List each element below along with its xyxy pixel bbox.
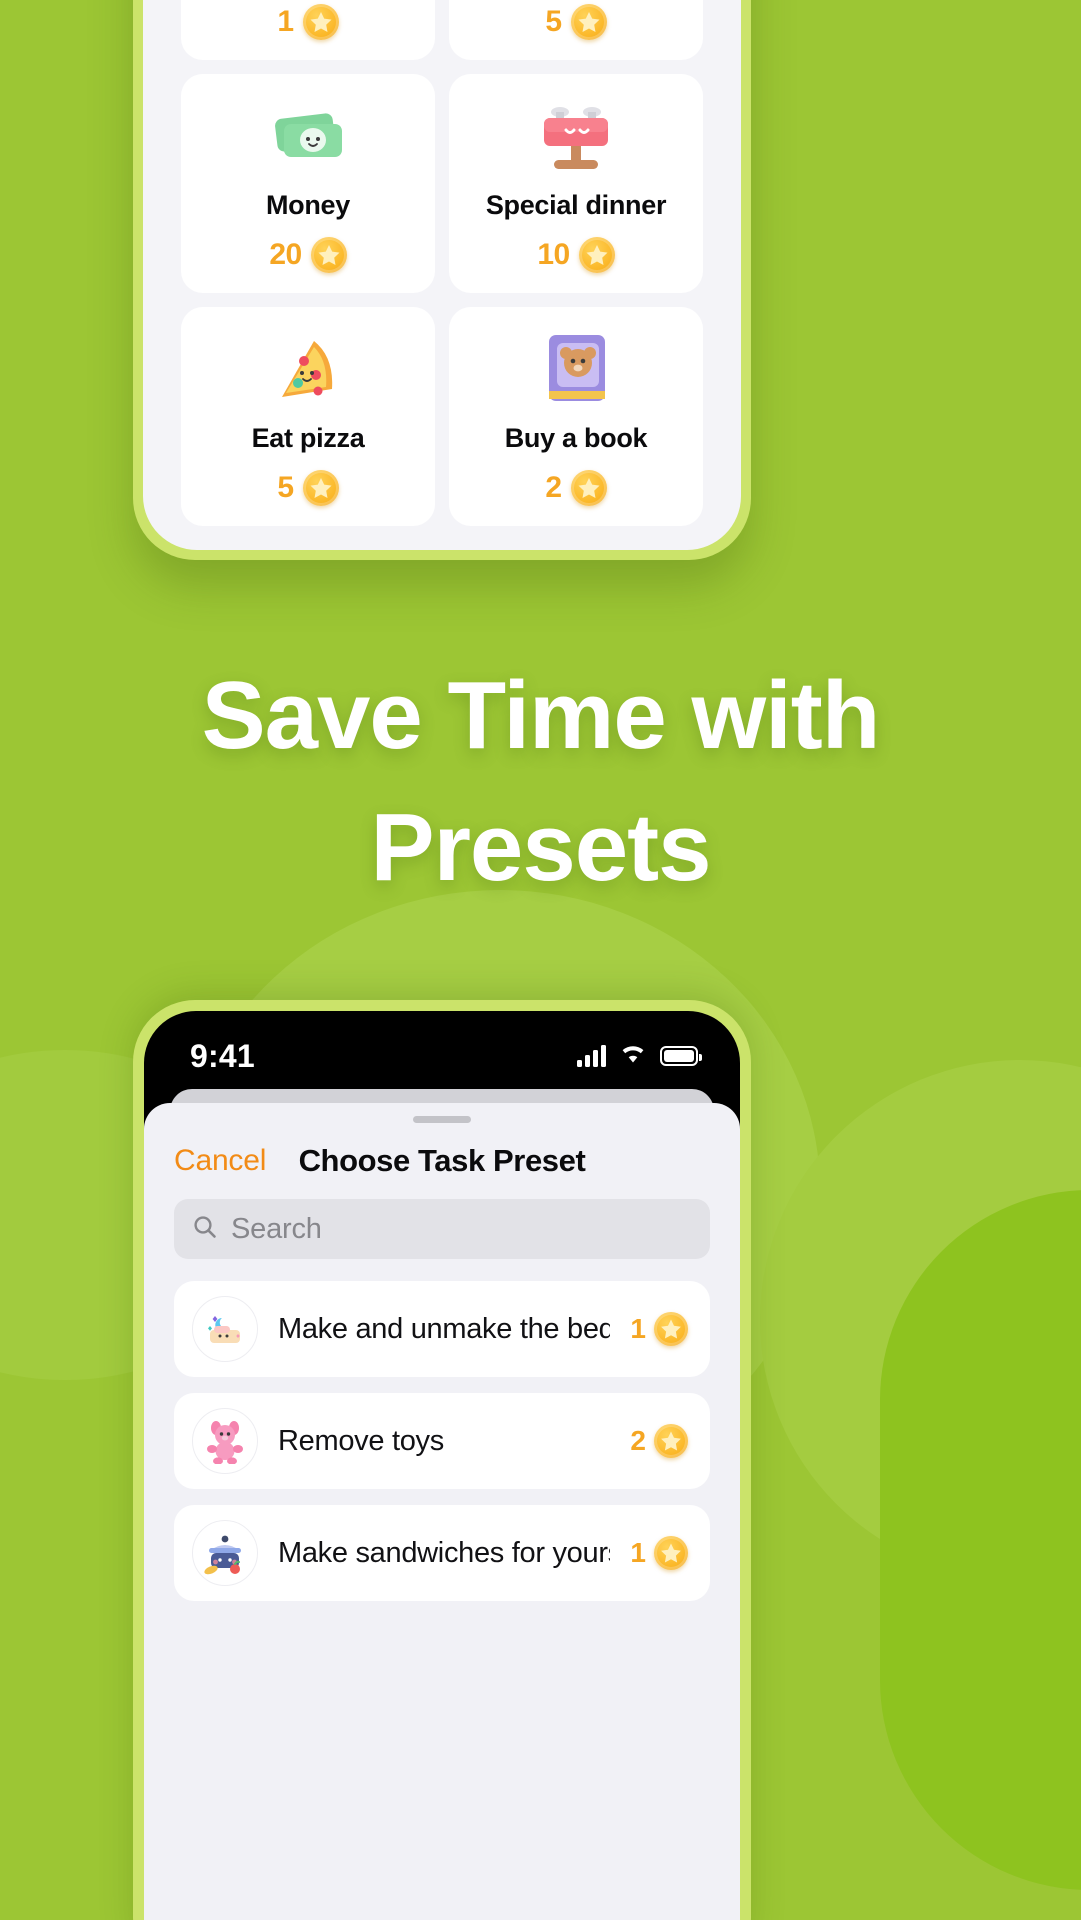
status-bar-time: 9:41 (190, 1037, 255, 1074)
reward-preset-cost-value: 20 (269, 238, 302, 271)
cancel-button[interactable]: Cancel (174, 1144, 266, 1178)
top-phone-mockup: Workshop 1 (133, 0, 751, 560)
sheet-grabber-handle[interactable] (413, 1116, 471, 1123)
battery-icon (660, 1046, 702, 1066)
reward-preset-cost: 2 (545, 470, 607, 506)
reward-preset-card[interactable]: Eat pizza 5 (181, 307, 435, 526)
search-icon (192, 1214, 218, 1245)
reward-preset-cost: 5 (277, 470, 339, 506)
bottom-phone-mockup: 9:41 Cancel Choose Task Preset Search Ma… (133, 1000, 751, 1920)
list-item[interactable]: Make sandwiches for yourself 1 (174, 1505, 710, 1601)
coin-star-icon (654, 1536, 688, 1570)
search-input[interactable]: Search (174, 1199, 710, 1259)
coin-star-icon (302, 470, 339, 506)
reward-preset-cost: 1 (277, 4, 339, 40)
pot-art-icon (192, 1520, 258, 1586)
bottom-phone-screen: 9:41 Cancel Choose Task Preset Search Ma… (144, 1011, 740, 1920)
bed-art-icon (192, 1296, 258, 1362)
reward-preset-cost: 20 (269, 237, 347, 273)
status-bar-icons (577, 1043, 702, 1069)
coin-star-icon (310, 237, 347, 273)
teddy-bear-art-icon (192, 1408, 258, 1474)
pizza-art-icon (189, 325, 427, 417)
reward-preset-title: Eat pizza (251, 423, 365, 453)
sheet-header: Cancel Choose Task Preset (144, 1123, 740, 1199)
reward-preset-card[interactable]: Workshop 5 (449, 0, 703, 60)
list-item-label: Make and unmake the bed (278, 1312, 611, 1345)
reward-preset-cost-value: 5 (277, 471, 294, 504)
top-phone-screen: Workshop 1 (143, 0, 741, 550)
reward-preset-card[interactable]: Special dinner 10 (449, 74, 703, 293)
list-item-cost: 1 (630, 1312, 688, 1346)
status-bar: 9:41 (144, 1011, 740, 1085)
background-blob-bottom-right (880, 1190, 1081, 1890)
headline: Save Time with Presets (0, 650, 1081, 915)
money-art-icon (189, 92, 427, 184)
reward-preset-title: Money (265, 190, 350, 220)
headline-line-2: Presets (370, 794, 712, 902)
list-item-cost-value: 1 (630, 1537, 646, 1568)
task-preset-list: Make and unmake the bed 1 Remove toys 2 … (144, 1259, 740, 1601)
choose-task-preset-sheet: Cancel Choose Task Preset Search Make an… (144, 1103, 740, 1920)
list-item-cost-value: 1 (630, 1313, 646, 1344)
coin-star-icon (570, 470, 607, 506)
list-item-cost: 1 (630, 1536, 688, 1570)
reward-preset-card[interactable]: Workshop 1 (181, 0, 435, 60)
search-placeholder: Search (231, 1212, 322, 1245)
headline-line-1: Save Time with (201, 662, 881, 769)
coin-star-icon (654, 1424, 688, 1458)
reward-preset-cost-value: 2 (545, 471, 562, 504)
reward-preset-cost: 10 (537, 237, 615, 273)
coin-star-icon (654, 1312, 688, 1346)
dinner-table-art-icon (457, 92, 695, 184)
reward-preset-cost-value: 5 (545, 5, 562, 38)
search-bar: Search (144, 1199, 740, 1259)
cellular-signal-icon (577, 1045, 606, 1067)
reward-preset-grid: Workshop 1 (143, 0, 741, 550)
list-item-label: Remove toys (278, 1424, 444, 1457)
list-item-cost: 2 (630, 1424, 688, 1458)
reward-preset-cost-value: 10 (537, 238, 570, 271)
coin-star-icon (570, 4, 607, 40)
book-art-icon (457, 325, 695, 417)
reward-preset-cost: 5 (545, 4, 607, 40)
list-item[interactable]: Remove toys 2 (174, 1393, 710, 1489)
coin-star-icon (578, 237, 615, 273)
reward-preset-title: Special dinner (485, 190, 667, 220)
coin-star-icon (302, 4, 339, 40)
reward-preset-cost-value: 1 (277, 5, 294, 38)
reward-preset-card[interactable]: Buy a book 2 (449, 307, 703, 526)
list-item-cost-value: 2 (630, 1425, 646, 1456)
wifi-icon (619, 1043, 647, 1069)
background-blob-right (760, 1060, 1081, 1580)
list-item[interactable]: Make and unmake the bed 1 (174, 1281, 710, 1377)
reward-preset-card[interactable]: Money 20 (181, 74, 435, 293)
reward-preset-title: Buy a book (504, 423, 648, 453)
list-item-label: Make sandwiches for yourself (278, 1536, 610, 1569)
